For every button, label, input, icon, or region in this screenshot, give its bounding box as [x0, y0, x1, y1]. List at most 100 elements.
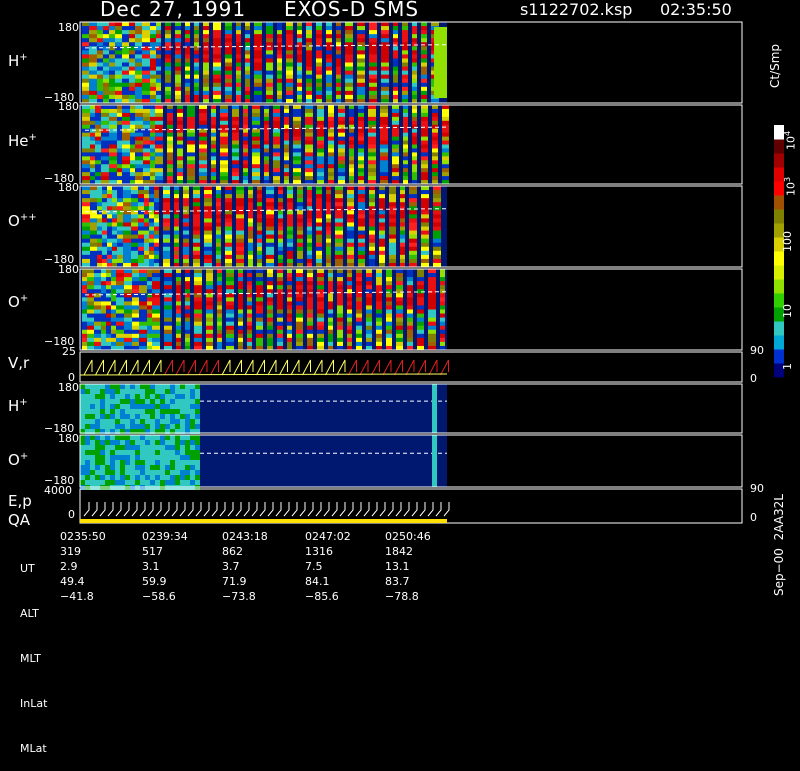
spectrogram-cell [417, 297, 424, 302]
spectrogram-cell [180, 480, 185, 485]
spectrogram-cell [409, 190, 417, 195]
spectrogram-cell [386, 321, 392, 327]
spectrogram-cell [95, 435, 100, 440]
spectrogram-cell [155, 132, 163, 138]
spectrogram-cell [116, 281, 124, 286]
spectrogram-cell [386, 285, 392, 290]
spectrogram-cell [358, 218, 365, 223]
spectrogram-cell [254, 78, 262, 84]
spectrogram-cell [139, 277, 147, 282]
spectrogram-cell [316, 202, 322, 207]
spectrogram-cell [328, 140, 334, 145]
energy-trace [323, 502, 330, 517]
spectrogram-cell [412, 176, 417, 181]
spectrogram-cell [123, 194, 131, 199]
spectrogram-cell [147, 281, 152, 286]
spectrogram-cell [421, 164, 428, 169]
spectrogram-cell [144, 186, 149, 191]
spectrogram-cell [380, 164, 388, 169]
spectrogram-cell [368, 105, 376, 110]
spectrogram-cell [163, 186, 170, 191]
spectrogram-cell [217, 337, 222, 343]
spectrogram-cell [180, 389, 185, 394]
spectrogram-cell [287, 269, 292, 274]
spectrogram-cell [101, 333, 106, 339]
spectrogram-cell [105, 450, 110, 455]
spectrogram-cell [94, 313, 101, 319]
spectrogram-cell [316, 238, 322, 244]
spectrogram-cell [402, 50, 408, 55]
spectrogram-cell [82, 226, 90, 232]
spectrogram-cell [369, 222, 375, 227]
spectrogram-cell [94, 341, 101, 347]
spectrogram-cell [317, 325, 324, 331]
spectrogram-cell [116, 337, 124, 343]
spectrogram-cell [185, 74, 190, 80]
spectrogram-cell [102, 206, 107, 211]
spectrogram-cell [89, 86, 97, 92]
spectrogram-cell [428, 269, 436, 274]
spectrogram-cell [421, 226, 429, 232]
spectrogram-cell [102, 258, 107, 264]
velocity-trace [256, 359, 265, 376]
spectrogram-cell [317, 168, 324, 173]
spectrogram-cell [139, 305, 147, 310]
spectrogram-cell [206, 285, 213, 290]
spectrogram-cell [80, 394, 85, 399]
ephemeris-value: 3.7 [222, 560, 240, 573]
spectrogram-cell [213, 22, 221, 27]
spectrogram-cell [297, 86, 302, 92]
spectrogram-cell [402, 58, 408, 63]
spectrogram-cell [225, 38, 232, 43]
spectrogram-cell [90, 445, 95, 450]
spectrogram-cell [142, 70, 150, 76]
velocity-trace [233, 359, 242, 376]
spectrogram-cell [130, 124, 135, 130]
spectrogram-cell [326, 94, 332, 100]
spectrogram-cell [266, 22, 273, 27]
spectrogram-cell [307, 242, 312, 248]
spectrogram-cell [193, 198, 200, 203]
spectrogram-cell [139, 289, 147, 294]
spectrogram-cell [175, 404, 180, 409]
spectrogram-cell [164, 325, 172, 331]
spectrogram-cell [421, 120, 428, 126]
spectrogram-cell [421, 38, 427, 43]
spectrogram-cell [366, 321, 372, 327]
spectrogram-cell [317, 285, 324, 290]
spectrogram-cell [328, 321, 333, 327]
spectrogram-cell [421, 34, 427, 39]
spectrogram-cell [139, 341, 147, 347]
spectrogram-cell [347, 333, 352, 339]
spectrogram-cell [247, 269, 252, 274]
spectrogram-cell [386, 313, 392, 319]
spectrogram-cell [139, 333, 147, 339]
spectrogram-cell [220, 176, 228, 181]
spectrogram-cell [105, 440, 110, 445]
spectrogram-cell [407, 277, 413, 282]
spectrogram-cell [432, 108, 438, 114]
spectrogram-cell [358, 190, 365, 195]
spectrogram-cell [109, 82, 115, 88]
spectrogram-cell [117, 246, 123, 252]
spectrogram-cell [95, 470, 100, 475]
spectrogram-cell [236, 214, 244, 219]
spectrogram-cell [176, 269, 181, 274]
spectrogram-cell [89, 74, 97, 80]
spectrogram-cell [123, 214, 131, 219]
spectrogram-cell [381, 22, 389, 27]
ephemeris-value: −85.6 [305, 590, 339, 603]
spectrogram-cell [170, 475, 175, 480]
spectrogram-cell [326, 226, 331, 232]
spectrogram-cell [236, 66, 241, 72]
spectrogram-cell [85, 440, 90, 445]
spectrogram-cell [336, 66, 341, 72]
spectrogram-cell [428, 293, 436, 298]
panel-label-h-plus-lower: H+ [8, 397, 28, 415]
spectrogram-cell [124, 325, 132, 331]
spectrogram-cell [95, 419, 100, 424]
spectrogram-cell [273, 105, 280, 110]
spectrogram-cell [194, 329, 202, 335]
spectrogram-cell [217, 277, 222, 282]
spectrogram-cell [316, 66, 322, 72]
